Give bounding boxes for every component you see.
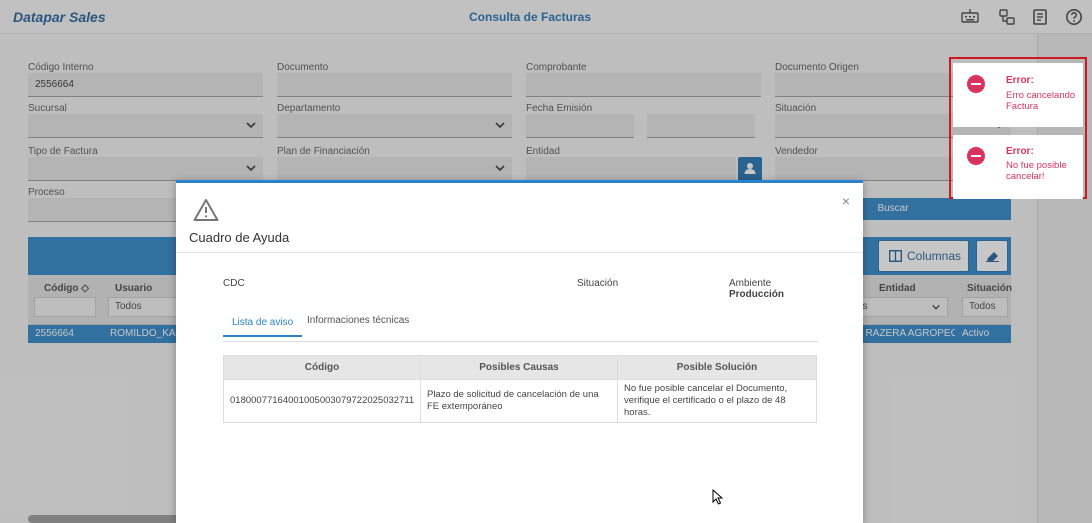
toast-message: No fue posible cancelar! — [1006, 160, 1067, 183]
toast-message: Erro cancelando Factura — [1006, 90, 1076, 113]
col-solucion-header: Posible Solución — [617, 355, 817, 380]
warning-icon — [193, 199, 219, 221]
aviso-table: Código Posibles Causas Posible Solución … — [223, 355, 817, 423]
close-button[interactable]: × — [842, 193, 850, 209]
cell-codigo: 01800077164001005003079722025032711 — [223, 379, 421, 423]
error-icon — [967, 75, 985, 93]
table-header-row: Código Posibles Causas Posible Solución — [223, 355, 817, 380]
col-causas-header: Posibles Causas — [420, 355, 618, 380]
col-codigo-header: Código — [223, 355, 421, 380]
table-row[interactable]: 01800077164001005003079722025032711 Plaz… — [223, 379, 817, 423]
help-dialog: × Cuadro de Ayuda CDC Situación Ambiente… — [176, 180, 863, 523]
toast-title: Error: — [1006, 146, 1034, 157]
ambiente-value: Producción — [729, 289, 785, 300]
dialog-title: Cuadro de Ayuda — [189, 230, 290, 245]
error-notifications: Error: Erro cancelando Factura Error: No… — [949, 57, 1087, 199]
toast-title: Error: — [1006, 75, 1034, 86]
mouse-cursor-icon — [712, 489, 723, 505]
cell-solucion: No fue posible cancelar el Documento, ve… — [617, 379, 817, 423]
cdc-label: CDC — [223, 278, 245, 289]
cell-causa: Plazo de solicitud de cancelación de una… — [420, 379, 618, 423]
tab-informaciones-tecnicas[interactable]: Informaciones técnicas — [307, 315, 409, 333]
error-toast[interactable]: Error: No fue posible cancelar! — [953, 135, 1083, 199]
dialog-tabs: Lista de aviso Informaciones técnicas — [223, 311, 818, 342]
error-toast[interactable]: Error: Erro cancelando Factura — [953, 63, 1083, 127]
divider — [176, 252, 863, 253]
tab-lista-de-aviso[interactable]: Lista de aviso — [223, 317, 303, 337]
error-icon — [967, 147, 985, 165]
situacion-label: Situación — [577, 278, 619, 289]
ambiente-label: Ambiente — [729, 278, 772, 289]
